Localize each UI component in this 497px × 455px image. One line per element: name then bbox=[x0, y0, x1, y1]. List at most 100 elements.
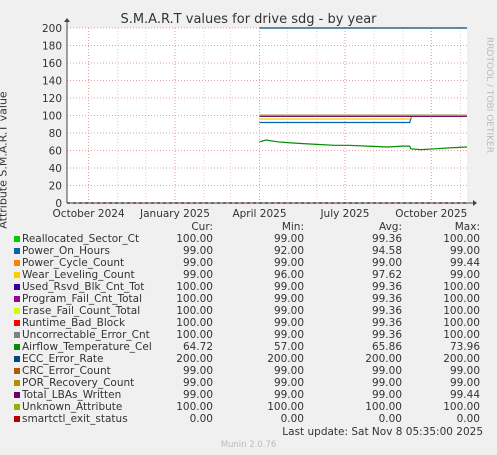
legend-value-max: 0.00 bbox=[456, 413, 480, 425]
legend-value-min: 0.00 bbox=[280, 413, 304, 425]
legend-swatch bbox=[14, 392, 20, 398]
legend-value-max: 100.00 bbox=[443, 401, 480, 413]
legend-value-max: 99.00 bbox=[449, 365, 480, 377]
legend-value-avg: 99.36 bbox=[371, 305, 402, 317]
y-tick-label: 120 bbox=[42, 93, 62, 105]
legend-value-avg: 100.00 bbox=[365, 401, 402, 413]
legend-value-cur: 100.00 bbox=[176, 317, 213, 329]
legend-row: Runtime_Bad_Block 100.00 99.00 99.36 100.00 bbox=[0, 317, 497, 329]
x-axis-arrow bbox=[473, 200, 477, 206]
legend-value-max: 99.44 bbox=[449, 257, 480, 269]
last-update: Last update: Sat Nov 8 05:35:00 2025 bbox=[282, 426, 483, 438]
legend-value-max: 100.00 bbox=[443, 305, 480, 317]
x-tick-label: July 2025 bbox=[319, 208, 369, 220]
legend-value-min: 99.00 bbox=[273, 317, 304, 329]
legend-value-max: 100.00 bbox=[443, 233, 480, 245]
legend-value-min: 99.00 bbox=[273, 365, 304, 377]
legend-value-avg: 99.36 bbox=[371, 281, 402, 293]
legend-row: CRC_Error_Count 99.00 99.00 99.00 99.00 bbox=[0, 365, 497, 377]
legend-value-cur: 64.72 bbox=[182, 341, 213, 353]
y-tick-label: 140 bbox=[42, 76, 62, 88]
legend-row: Reallocated_Sector_Ct 100.00 99.00 99.36 100… bbox=[0, 233, 497, 245]
y-tick-label: 60 bbox=[49, 146, 62, 158]
legend-series-name: Total_LBAs_Written bbox=[22, 389, 122, 401]
legend-swatch bbox=[14, 260, 20, 266]
legend-value-cur: 100.00 bbox=[176, 281, 213, 293]
legend-series-name: Erase_Fail_Count_Total bbox=[22, 305, 141, 317]
legend-header-avg: Avg: bbox=[379, 221, 402, 233]
legend-series-name: CRC_Error_Count bbox=[22, 365, 111, 377]
legend-value-min: 57.00 bbox=[273, 341, 304, 353]
legend-row: Used_Rsvd_Blk_Cnt_Tot 100.00 99.00 99.36 100… bbox=[0, 281, 497, 293]
legend-swatch bbox=[14, 416, 20, 422]
y-tick-label: 200 bbox=[42, 23, 62, 35]
legend-value-min: 99.00 bbox=[273, 305, 304, 317]
legend-value-min: 99.00 bbox=[273, 329, 304, 341]
legend-value-avg: 99.00 bbox=[371, 389, 402, 401]
legend-swatch bbox=[14, 344, 20, 350]
legend-value-min: 99.00 bbox=[273, 281, 304, 293]
legend-series-name: Reallocated_Sector_Ct bbox=[22, 233, 140, 245]
legend-value-cur: 99.00 bbox=[182, 389, 213, 401]
y-tick-label: 0 bbox=[55, 198, 62, 210]
legend-value-min: 99.00 bbox=[273, 293, 304, 305]
legend-series-name: Program_Fail_Cnt_Total bbox=[22, 293, 143, 305]
legend-value-min: 100.00 bbox=[267, 401, 304, 413]
legend-series-name: POR_Recovery_Count bbox=[22, 377, 135, 389]
legend-value-cur: 99.00 bbox=[182, 365, 213, 377]
legend-value-avg: 99.00 bbox=[371, 365, 402, 377]
legend-value-min: 99.00 bbox=[273, 233, 304, 245]
legend-series-name: Runtime_Bad_Block bbox=[22, 317, 126, 329]
legend-series-name: smartctl_exit_status bbox=[22, 413, 128, 425]
legend-value-max: 99.44 bbox=[449, 389, 480, 401]
x-tick-label: October 2024 bbox=[53, 208, 125, 220]
legend-value-max: 100.00 bbox=[443, 329, 480, 341]
legend-header-cur: Cur: bbox=[191, 221, 213, 233]
legend-swatch bbox=[14, 404, 20, 410]
legend-value-max: 100.00 bbox=[443, 281, 480, 293]
legend-header-max: Max: bbox=[454, 221, 480, 233]
legend-swatch bbox=[14, 332, 20, 338]
legend-row: Unknown_Attribute 100.00 100.00 100.00 100.0… bbox=[0, 401, 497, 413]
legend-value-avg: 0.00 bbox=[378, 413, 402, 425]
legend-header-min: Min: bbox=[281, 221, 304, 233]
legend-swatch bbox=[14, 320, 20, 326]
y-tick-label: 100 bbox=[42, 111, 62, 123]
legend-value-avg: 99.36 bbox=[371, 233, 402, 245]
legend-series-name: Wear_Leveling_Count bbox=[22, 269, 135, 281]
legend-series-name: ECC_Error_Rate bbox=[22, 353, 104, 365]
legend-row: Erase_Fail_Count_Total 100.00 99.00 99.36 10… bbox=[0, 305, 497, 317]
legend-value-avg: 99.36 bbox=[371, 317, 402, 329]
legend-series-name: Used_Rsvd_Blk_Cnt_Tot bbox=[22, 281, 145, 293]
x-tick-label: April 2025 bbox=[232, 208, 286, 220]
legend-value-cur: 100.00 bbox=[176, 305, 213, 317]
legend-swatch bbox=[14, 248, 20, 254]
y-axis-arrow bbox=[64, 18, 70, 22]
chart-plot: October 2024 January 2025 April 2025 July 2… bbox=[42, 18, 477, 220]
legend-value-max: 99.00 bbox=[449, 377, 480, 389]
munin-version: Munin 2.0.76 bbox=[220, 440, 277, 450]
y-tick-label: 80 bbox=[49, 128, 62, 140]
legend-value-min: 96.00 bbox=[273, 269, 304, 281]
y-tick-label: 20 bbox=[49, 181, 62, 193]
legend-row: Uncorrectable_Error_Cnt 100.00 99.00 99.36 1… bbox=[0, 329, 497, 341]
legend-value-min: 92.00 bbox=[273, 245, 304, 257]
legend-value-avg: 99.00 bbox=[371, 377, 402, 389]
legend-value-avg: 97.62 bbox=[371, 269, 402, 281]
legend-row: smartctl_exit_status 0.00 0.00 0.00 0.00 bbox=[0, 413, 497, 425]
legend-value-min: 99.00 bbox=[273, 377, 304, 389]
legend-value-cur: 99.00 bbox=[182, 257, 213, 269]
legend-series-name: Power_Cycle_Count bbox=[22, 257, 125, 269]
legend-swatch bbox=[14, 308, 20, 314]
x-tick-label: January 2025 bbox=[139, 208, 210, 220]
legend-value-cur: 200.00 bbox=[176, 353, 213, 365]
legend-row: Wear_Leveling_Count 99.00 96.00 97.62 99.00 bbox=[0, 269, 497, 281]
legend-value-cur: 0.00 bbox=[189, 413, 213, 425]
legend-value-max: 99.00 bbox=[449, 245, 480, 257]
legend-swatch bbox=[14, 356, 20, 362]
legend-swatch bbox=[14, 296, 20, 302]
legend-value-cur: 100.00 bbox=[176, 329, 213, 341]
legend-row: Power_Cycle_Count 99.00 99.00 99.00 99.44 bbox=[0, 257, 497, 269]
y-tick-label: 40 bbox=[49, 163, 62, 175]
legend-value-min: 99.00 bbox=[273, 257, 304, 269]
